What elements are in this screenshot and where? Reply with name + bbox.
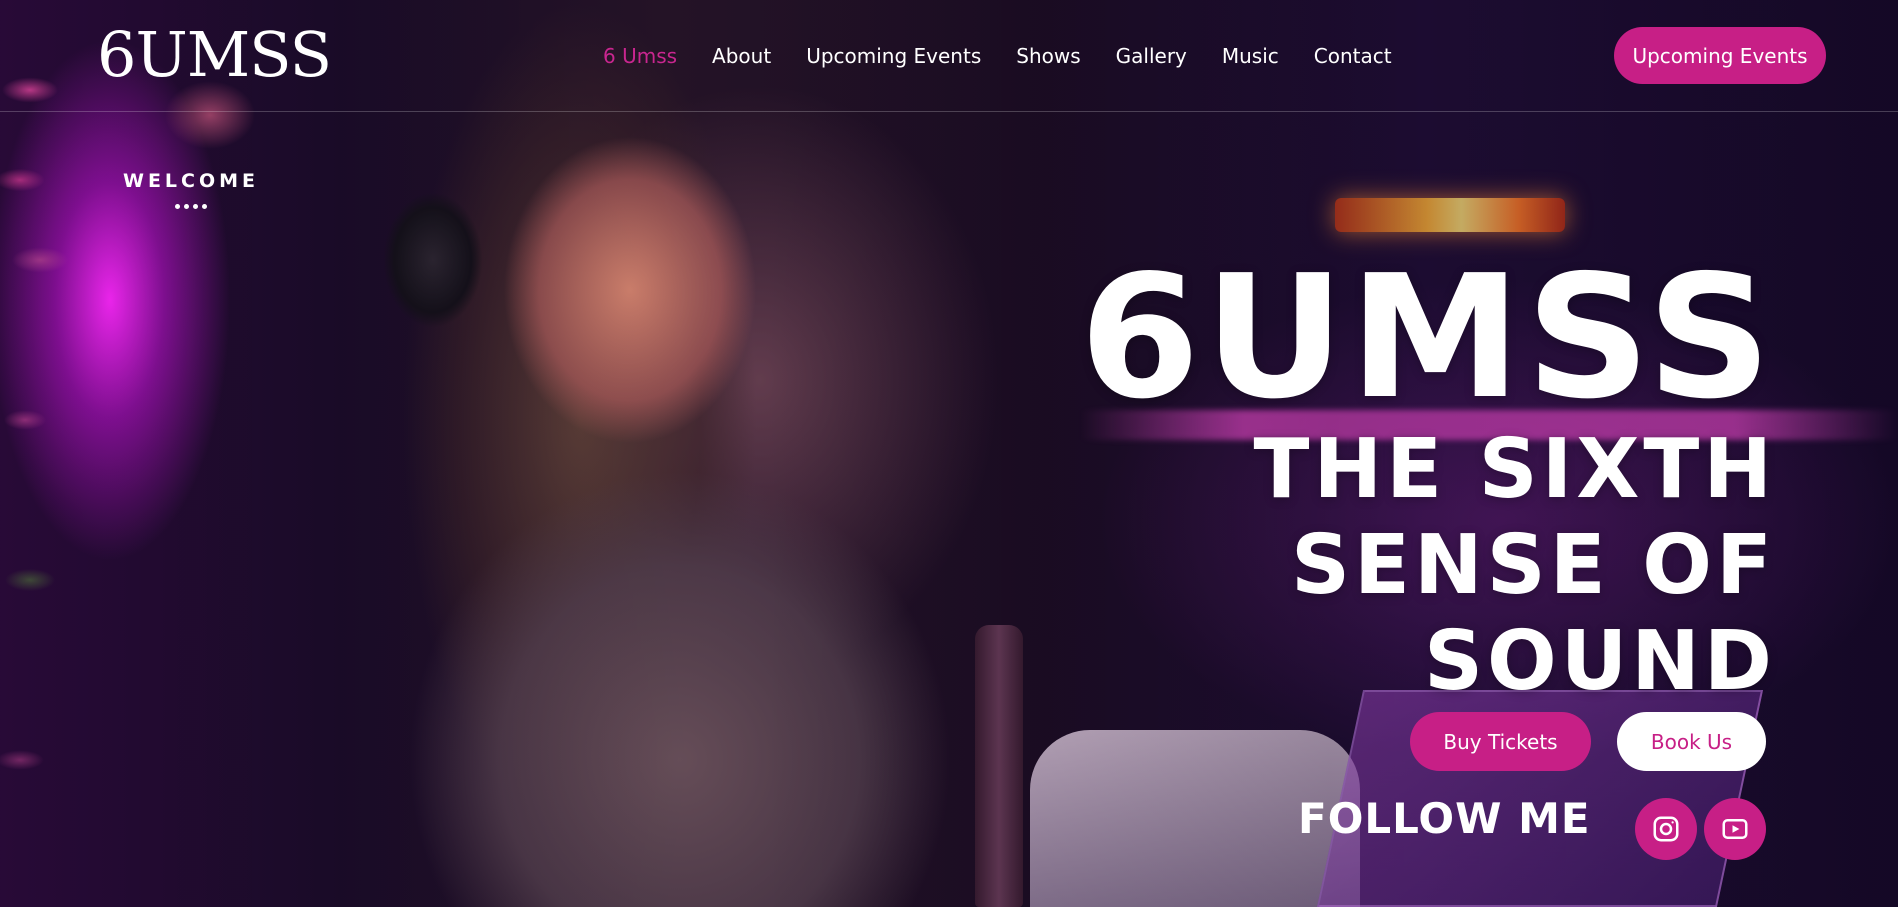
nav-item-home[interactable]: 6 Umss	[603, 42, 677, 70]
book-us-button[interactable]: Book Us	[1617, 712, 1766, 771]
nav-item-about[interactable]: About	[712, 42, 771, 70]
welcome-dots-decoration	[116, 204, 266, 209]
site-logo[interactable]: 6UMSS	[97, 18, 332, 92]
hero-headline: 6UMSS THE SIXTH SENSE OF SOUND	[1080, 253, 1776, 709]
background-plants	[0, 0, 90, 907]
main-nav: 6 Umss About Upcoming Events Shows Galle…	[603, 42, 1427, 70]
youtube-icon[interactable]	[1704, 798, 1766, 860]
nav-item-upcoming-events[interactable]: Upcoming Events	[806, 42, 981, 70]
site-header: 6UMSS 6 Umss About Upcoming Events Shows…	[0, 0, 1898, 112]
welcome-label: WELCOME	[122, 170, 260, 192]
nav-item-gallery[interactable]: Gallery	[1116, 42, 1187, 70]
buy-tickets-button[interactable]: Buy Tickets	[1410, 712, 1591, 771]
welcome-block: WELCOME	[116, 170, 266, 209]
dj-photo-headphones	[368, 175, 498, 345]
hero-tagline-line-1: THE SIXTH	[1253, 422, 1776, 517]
dj-photo-body	[380, 430, 1000, 907]
dj-photo-hair	[330, 0, 810, 907]
upcoming-events-button[interactable]: Upcoming Events	[1614, 27, 1826, 84]
hero-tagline-line-2: SENSE OF	[1290, 518, 1776, 613]
hero-section: 6UMSS 6 Umss About Upcoming Events Shows…	[0, 0, 1898, 907]
nav-item-music[interactable]: Music	[1222, 42, 1279, 70]
nav-item-shows[interactable]: Shows	[1016, 42, 1080, 70]
nav-item-contact[interactable]: Contact	[1314, 42, 1392, 70]
dj-photo-face	[470, 120, 790, 460]
hero-title: 6UMSS	[1079, 239, 1776, 437]
background-bottle	[975, 625, 1023, 907]
hero-tagline-line-3: SOUND	[1423, 614, 1776, 709]
instagram-icon[interactable]	[1635, 798, 1697, 860]
follow-me-label: FOLLOW ME	[1298, 794, 1591, 843]
background-heater-light	[1335, 198, 1565, 232]
